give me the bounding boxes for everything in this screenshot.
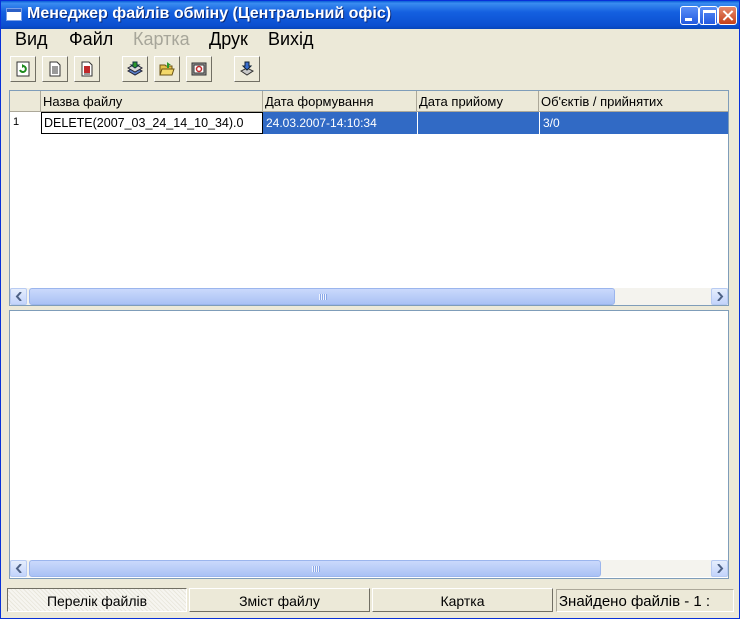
menu-bar: Вид Файл Картка Друк Вихід xyxy=(1,29,739,51)
chevron-left-icon xyxy=(15,292,22,301)
tab-card[interactable]: Картка xyxy=(372,588,553,612)
column-header-received[interactable]: Дата прийому xyxy=(417,91,539,112)
scroll-left-button[interactable] xyxy=(10,288,27,305)
grip-icon xyxy=(319,294,327,300)
tab-file-content[interactable]: Зміст файлу xyxy=(189,588,370,612)
grid-horizontal-scrollbar[interactable] xyxy=(10,288,728,305)
stack-button[interactable] xyxy=(122,56,148,82)
file-content-panel[interactable] xyxy=(9,310,729,579)
scroll-thumb[interactable] xyxy=(29,288,615,305)
app-window: Менеджер файлів обміну (Центральний офіс… xyxy=(0,0,740,619)
scroll-left-button[interactable] xyxy=(10,560,27,577)
open-folder-button[interactable] xyxy=(154,56,180,82)
column-header-name[interactable]: Назва файлу xyxy=(41,91,263,112)
status-bar: Перелік файлів Зміст файлу Картка Знайде… xyxy=(1,586,739,615)
grid-header: Назва файлу Дата формування Дата прийому… xyxy=(10,91,728,112)
column-header-rownum[interactable] xyxy=(10,91,41,112)
table-row[interactable]: 1 DELETE(2007_03_24_14_10_34).0 24.03.20… xyxy=(10,112,728,134)
window-title: Менеджер файлів обміну (Центральний офіс… xyxy=(27,5,392,22)
column-header-created[interactable]: Дата формування xyxy=(263,91,417,112)
folder-open-icon xyxy=(159,62,175,76)
preview-button[interactable] xyxy=(186,56,212,82)
cell-objects[interactable]: 3/0 xyxy=(539,112,728,134)
scroll-right-button[interactable] xyxy=(711,560,728,577)
print-preview-icon xyxy=(191,62,207,76)
refresh-button[interactable] xyxy=(10,56,36,82)
chevron-right-icon xyxy=(717,292,724,301)
chevron-left-icon xyxy=(15,564,22,573)
maximize-button[interactable] xyxy=(699,6,718,25)
close-button[interactable] xyxy=(718,6,737,25)
document-icon xyxy=(49,61,61,77)
row-number: 1 xyxy=(10,112,41,134)
minimize-button[interactable] xyxy=(680,6,699,25)
cell-file-name[interactable]: DELETE(2007_03_24_14_10_34).0 xyxy=(41,112,263,134)
content-horizontal-scrollbar[interactable] xyxy=(10,560,728,577)
cell-received-date[interactable] xyxy=(417,112,539,134)
scroll-thumb[interactable] xyxy=(29,560,601,577)
app-window-icon[interactable] xyxy=(6,8,22,21)
toolbar xyxy=(1,53,739,87)
cell-created-date[interactable]: 24.03.2007-14:10:34 xyxy=(263,112,417,134)
delete-document-button[interactable] xyxy=(74,56,100,82)
new-document-button[interactable] xyxy=(42,56,68,82)
menu-card[interactable]: Картка xyxy=(133,29,190,50)
refresh-icon xyxy=(16,61,30,77)
document-red-icon xyxy=(81,61,93,77)
files-grid[interactable]: Назва файлу Дата формування Дата прийому… xyxy=(9,90,729,306)
menu-file[interactable]: Файл xyxy=(69,29,113,50)
stack-icon xyxy=(127,61,143,76)
files-found-status: Знайдено файлів - 1 : xyxy=(556,589,734,612)
grip-icon xyxy=(312,566,320,572)
tab-file-list[interactable]: Перелік файлів xyxy=(7,588,187,612)
menu-view[interactable]: Вид xyxy=(15,29,48,50)
column-header-objects[interactable]: Об'єктів / прийнятих xyxy=(539,91,728,112)
menu-print[interactable]: Друк xyxy=(209,29,248,50)
export-icon xyxy=(240,61,254,76)
scroll-right-button[interactable] xyxy=(711,288,728,305)
title-bar[interactable]: Менеджер файлів обміну (Центральний офіс… xyxy=(1,1,739,29)
chevron-right-icon xyxy=(717,564,724,573)
export-button[interactable] xyxy=(234,56,260,82)
menu-exit[interactable]: Вихід xyxy=(268,29,314,50)
